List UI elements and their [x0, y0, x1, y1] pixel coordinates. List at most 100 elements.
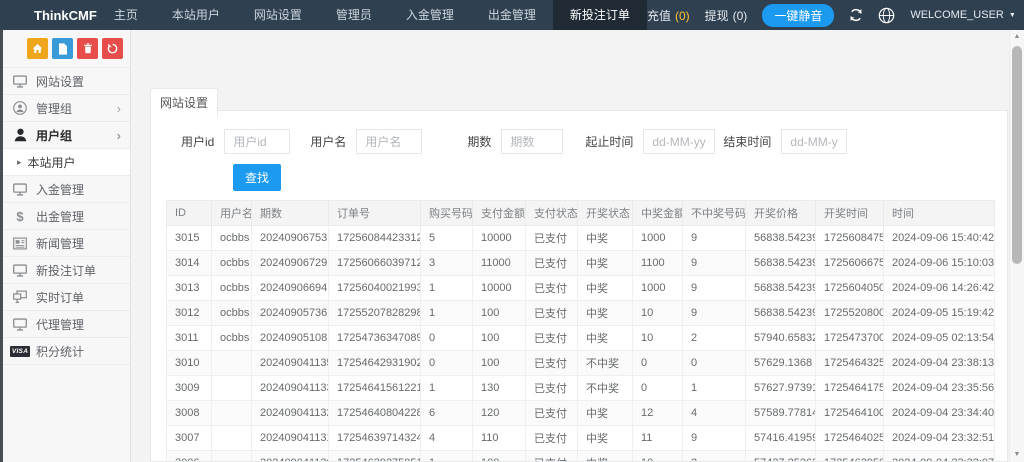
user-menu[interactable]: WELCOME_USER ▼: [910, 9, 1015, 21]
table-cell: 中奖: [578, 326, 633, 351]
table-cell: 172560400219935: [329, 276, 421, 301]
nav-item-6[interactable]: 新投注订单: [553, 0, 647, 30]
sidebar-item-label: 用户组: [36, 127, 72, 144]
nav-item-5[interactable]: 出金管理: [471, 0, 553, 30]
filter-period: 期数: [467, 129, 563, 154]
table-cell: ocbbs: [212, 276, 252, 301]
table-cell: 172546397143248: [329, 426, 421, 451]
table-row: 30072024090411311725463971432484110已支付中奖…: [167, 426, 995, 451]
table-cell: [212, 376, 252, 401]
sidebar-item-7[interactable]: 新投注订单: [0, 257, 130, 284]
nav-item-3[interactable]: 管理员: [319, 0, 389, 30]
table-cell: [212, 426, 252, 451]
table-cell: 0: [683, 351, 746, 376]
table-cell: 10: [633, 301, 683, 326]
table-cell: 1: [421, 376, 473, 401]
table-row: 3011ocbbs202409051081725473634708930100已…: [167, 326, 995, 351]
table-cell: 已支付: [526, 301, 578, 326]
sidebar-item-4[interactable]: 入金管理: [0, 176, 130, 203]
sidebar-item-8[interactable]: 实时订单: [0, 284, 130, 311]
nav-item-1[interactable]: 本站用户: [155, 0, 237, 30]
scroll-down-icon[interactable]: ▼: [1014, 448, 1021, 462]
submenu-arrow-icon: ▸: [17, 157, 22, 168]
table-cell: 0: [633, 351, 683, 376]
end-time-input[interactable]: [781, 129, 847, 154]
table-cell: 1: [421, 451, 473, 462]
table-cell: 57427.25262: [746, 451, 816, 462]
table-row: 30082024090411321725464080422816120已支付中奖…: [167, 401, 995, 426]
monitor-icon: [12, 75, 28, 88]
sidebar-item-3[interactable]: ▸本站用户: [0, 149, 130, 176]
sidebar-item-10[interactable]: VISA积分统计: [0, 338, 130, 365]
start-time-label: 起止时间: [585, 133, 633, 150]
refresh-icon[interactable]: [849, 8, 863, 22]
table-cell: 不中奖: [578, 351, 633, 376]
nav-item-0[interactable]: 主页: [97, 0, 155, 30]
withdraw-stat[interactable]: 提现(0): [705, 7, 748, 24]
table-cell: ocbbs: [212, 326, 252, 351]
table-cell: 172560844233123: [329, 226, 421, 251]
table-cell: 1000: [633, 226, 683, 251]
table-cell: 1725606675: [816, 251, 884, 276]
table-cell: 已支付: [526, 251, 578, 276]
username-label: WELCOME_USER: [910, 9, 1004, 21]
table-cell: 0: [421, 326, 473, 351]
table-cell: 已支付: [526, 451, 578, 462]
file-button[interactable]: [52, 38, 73, 59]
table-cell: 2: [683, 451, 746, 462]
table-cell: 中奖: [578, 401, 633, 426]
table-row: 30102024090411351725464293190270100已支付不中…: [167, 351, 995, 376]
recharge-stat[interactable]: 充值(0): [647, 7, 690, 24]
table-cell: 中奖: [578, 226, 633, 251]
tab-site-settings[interactable]: 网站设置: [150, 88, 218, 117]
column-header: 用户名: [212, 201, 252, 226]
sidebar-menu: 网站设置管理组›用户组›▸本站用户入金管理$出金管理新闻管理新投注订单实时订单代…: [0, 67, 130, 365]
vertical-scrollbar[interactable]: ▲ ▼: [1009, 30, 1024, 462]
column-header: 支付金额: [473, 201, 526, 226]
globe-icon[interactable]: [878, 7, 895, 24]
recycle-button[interactable]: [102, 38, 123, 59]
monitor-icon: [12, 318, 28, 331]
trash-button[interactable]: [77, 38, 98, 59]
start-time-input[interactable]: [643, 129, 715, 154]
table-cell: 10: [633, 451, 683, 462]
sidebar-item-9[interactable]: 代理管理: [0, 311, 130, 338]
table-cell: 0: [421, 351, 473, 376]
search-button[interactable]: 查找: [233, 164, 281, 191]
sidebar-item-2[interactable]: 用户组›: [0, 122, 130, 149]
table-cell: 1: [421, 301, 473, 326]
sidebar-item-0[interactable]: 网站设置: [0, 68, 130, 95]
dollar-icon: $: [12, 209, 28, 224]
sidebar-item-label: 实时订单: [36, 289, 84, 306]
table-cell: 已支付: [526, 376, 578, 401]
scroll-up-icon[interactable]: ▲: [1014, 30, 1021, 44]
table-cell: 1725464025: [816, 426, 884, 451]
table-cell: 2024-09-04 23:34:40: [884, 401, 995, 426]
app-brand[interactable]: ThinkCMF: [0, 8, 97, 23]
user-id-input[interactable]: [224, 129, 290, 154]
column-header: 不中奖号码: [683, 201, 746, 226]
sidebar-item-5[interactable]: $出金管理: [0, 203, 130, 230]
scrollbar-thumb[interactable]: [1012, 46, 1022, 264]
table-cell: 1: [683, 376, 746, 401]
period-input[interactable]: [501, 129, 563, 154]
table-cell: 172546429319027: [329, 351, 421, 376]
table-cell: 202409041132: [252, 401, 329, 426]
username-input[interactable]: [356, 129, 422, 154]
table-cell: 3011: [167, 326, 212, 351]
table-cell: 100: [473, 301, 526, 326]
nav-item-2[interactable]: 网站设置: [237, 0, 319, 30]
monitor-icon: [12, 264, 28, 277]
mute-all-button[interactable]: 一键静音: [762, 4, 834, 27]
navbar-right: 充值(0) 提现(0) 一键静音 WELCOME_USER ▼: [647, 4, 1024, 27]
sidebar-item-1[interactable]: 管理组›: [0, 95, 130, 122]
table-cell: 3014: [167, 251, 212, 276]
nav-item-4[interactable]: 入金管理: [389, 0, 471, 30]
window-edge: [0, 30, 3, 462]
sidebar-item-6[interactable]: 新闻管理: [0, 230, 130, 257]
table-cell: 57627.97391: [746, 376, 816, 401]
table-cell: 2024-09-04 23:32:51: [884, 426, 995, 451]
table-row: 30092024090411331725464156122131130已支付不中…: [167, 376, 995, 401]
home-button[interactable]: [27, 38, 48, 59]
filter-row: 用户id 用户名 期数 起止时间 结束时间: [166, 129, 992, 154]
